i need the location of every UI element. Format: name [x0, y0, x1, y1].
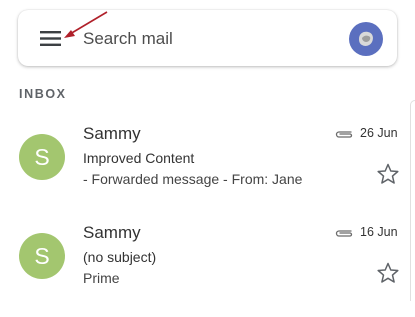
account-avatar[interactable] [349, 22, 383, 56]
account-avatar-icon [359, 31, 373, 46]
email-snippet: - Forwarded message - From: Jane [83, 171, 303, 187]
search-bar[interactable]: Search mail [18, 10, 397, 66]
paperclip-icon [335, 131, 353, 138]
star-button[interactable] [376, 261, 400, 285]
sender-avatar[interactable]: S [19, 233, 65, 279]
sender-name: Sammy [83, 124, 141, 143]
star-button[interactable] [376, 162, 400, 186]
sender-avatar[interactable]: S [19, 134, 65, 180]
email-subject: (no subject) [83, 249, 157, 265]
scrollbar-edge [410, 100, 415, 301]
sender-name: Sammy [83, 223, 141, 242]
menu-icon [40, 31, 61, 46]
email-date: 26 Jun [360, 126, 398, 140]
email-subject: Improved Content [83, 150, 195, 166]
search-input[interactable]: Search mail [83, 28, 173, 50]
list-item[interactable]: S Sammy (no subject) Prime 16 Jun [0, 223, 405, 317]
menu-button[interactable] [39, 28, 63, 50]
star-icon [377, 262, 399, 283]
list-item[interactable]: S Sammy Improved Content - Forwarded mes… [0, 124, 405, 218]
paperclip-icon [335, 230, 353, 237]
star-icon [377, 163, 399, 184]
email-date: 16 Jun [360, 225, 398, 239]
inbox-label: INBOX [19, 87, 67, 101]
email-snippet: Prime [83, 270, 120, 286]
